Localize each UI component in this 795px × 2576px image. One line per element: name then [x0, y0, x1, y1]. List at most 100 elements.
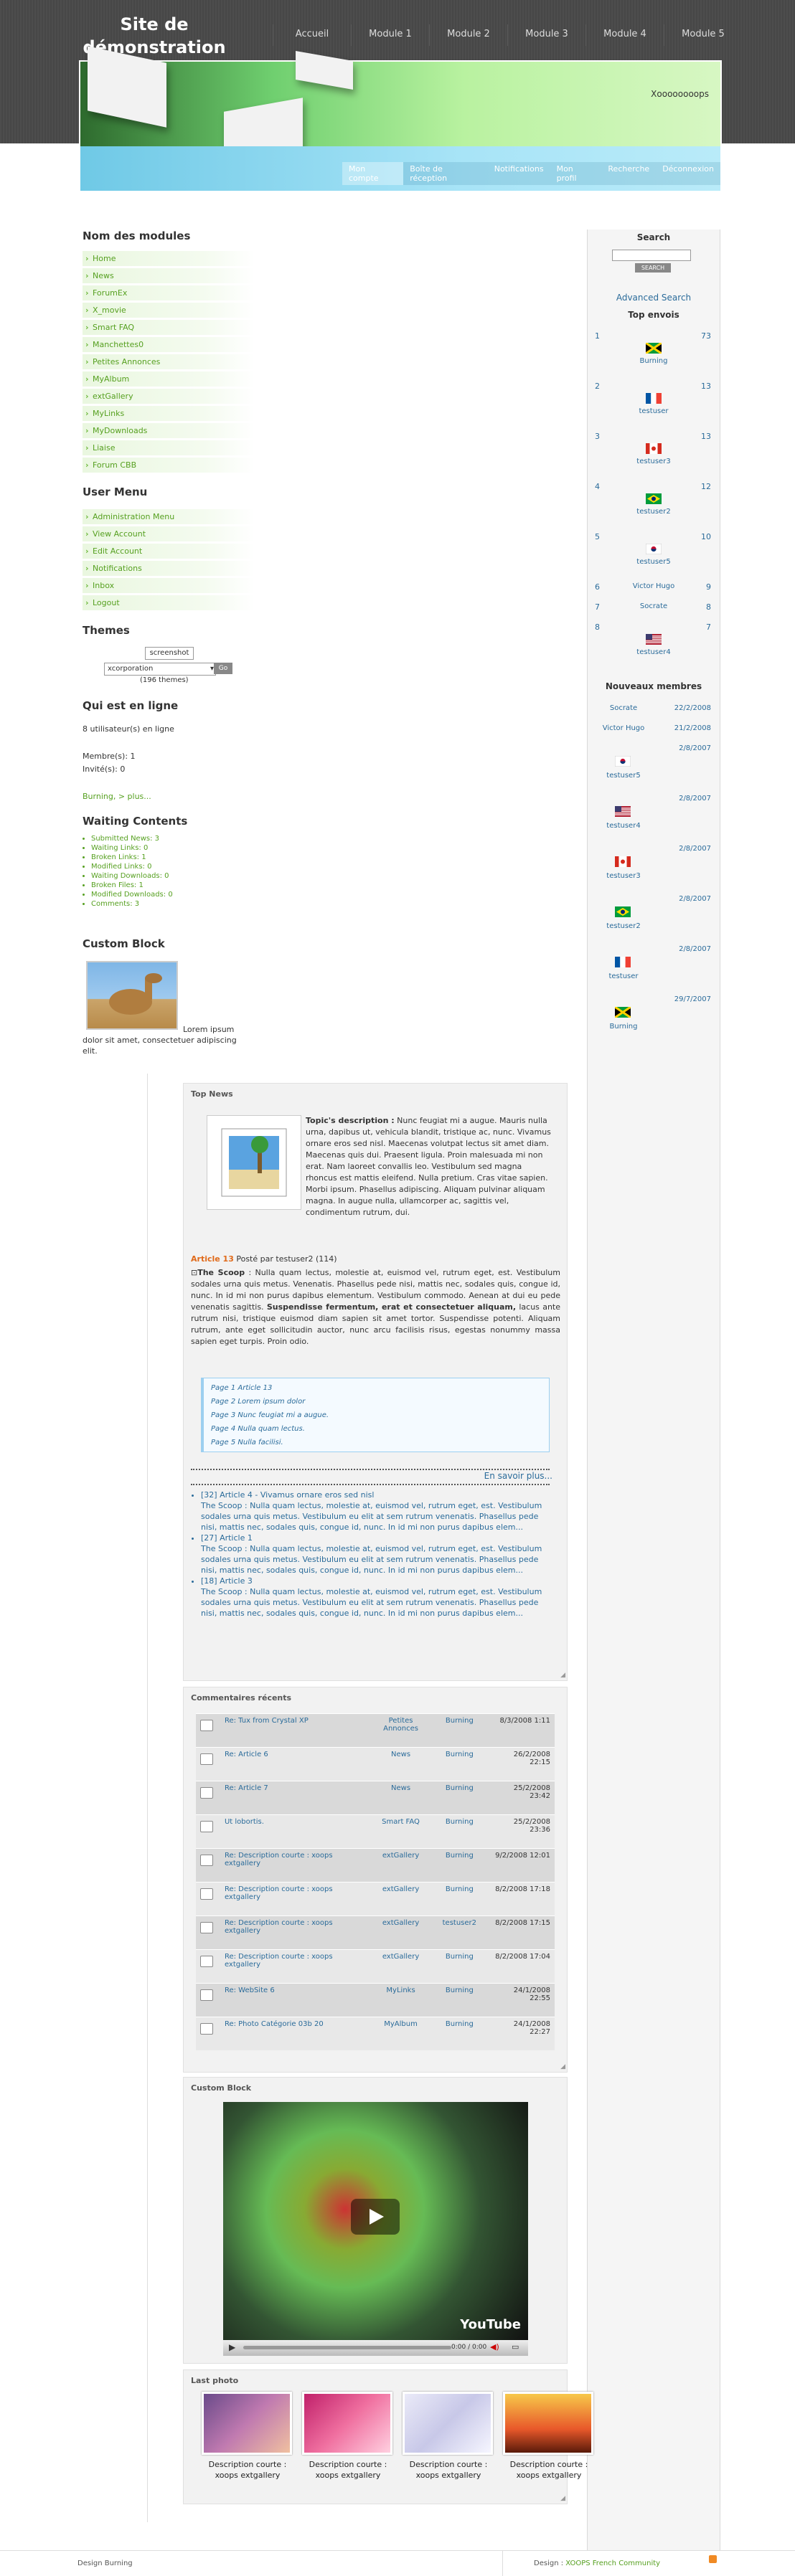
user-nav-account[interactable]: Mon compte	[342, 162, 404, 185]
user-nav-profile[interactable]: Mon profil	[550, 162, 602, 185]
comment-user[interactable]: Burning	[430, 1983, 489, 2017]
online-user-list[interactable]: Burning, > plus...	[83, 792, 151, 801]
module-item-petites-annonces[interactable]: Petites Annonces	[83, 354, 255, 369]
comment-subject[interactable]: Ut lobortis.	[220, 1814, 372, 1849]
comment-user[interactable]: Burning	[430, 1713, 489, 1748]
comment-user[interactable]: Burning	[430, 1848, 489, 1883]
poster-name[interactable]: testuser3	[588, 458, 720, 465]
photo-item[interactable]: Description courte : xoops extgallery	[503, 2392, 595, 2481]
module-item-myalbum[interactable]: MyAlbum	[83, 371, 255, 387]
comment-user[interactable]: Burning	[430, 1949, 489, 1984]
comment-user[interactable]: Burning	[430, 2017, 489, 2050]
page-link-1[interactable]: Page 1 Article 13	[211, 1381, 542, 1395]
module-item-forum-cbb[interactable]: Forum CBB	[83, 458, 255, 473]
comment-module[interactable]: News	[371, 1747, 431, 1781]
volume-icon[interactable]: ◀)	[490, 2342, 499, 2352]
member-name[interactable]: testuser	[588, 972, 659, 980]
member-name[interactable]: Victor Hugo	[588, 724, 659, 732]
member-name[interactable]: Socrate	[588, 704, 659, 712]
module-item-extgallery[interactable]: extGallery	[83, 389, 255, 404]
nav-item-module-1[interactable]: Module 1	[351, 24, 429, 46]
article-title[interactable]: Article 13	[191, 1254, 234, 1264]
module-item-news[interactable]: News	[83, 268, 255, 283]
photo-thumbnail[interactable]	[403, 2392, 493, 2455]
comment-subject[interactable]: Re: Article 6	[220, 1747, 372, 1781]
user-menu-logout[interactable]: Logout	[83, 595, 255, 610]
module-item-mylinks[interactable]: MyLinks	[83, 406, 255, 421]
module-item-manchettes[interactable]: Manchettes0	[83, 337, 255, 352]
other-article-title[interactable]: [18] Article 3	[201, 1576, 552, 1586]
page-link-3[interactable]: Page 3 Nunc feugiat mi a augue.	[211, 1408, 542, 1422]
photo-thumbnail[interactable]	[503, 2392, 593, 2455]
photo-item[interactable]: Description courte : xoops extgallery	[302, 2392, 394, 2481]
video-progress[interactable]	[243, 2346, 451, 2349]
theme-go-button[interactable]: Go	[214, 663, 232, 674]
waiting-downloads[interactable]: Waiting Downloads: 0	[91, 871, 173, 881]
module-item-x-movie[interactable]: X_movie	[83, 303, 255, 318]
footer-credit-link[interactable]: XOOPS French Community	[565, 2560, 660, 2567]
user-nav-notifications[interactable]: Notifications	[487, 162, 550, 185]
user-nav-logout[interactable]: Déconnexion	[656, 162, 720, 185]
comment-module[interactable]: Petites Annonces	[371, 1713, 431, 1748]
waiting-modified-downloads[interactable]: Modified Downloads: 0	[91, 890, 173, 899]
member-name[interactable]: testuser2	[588, 922, 659, 930]
comment-user[interactable]: Burning	[430, 1781, 489, 1815]
play-button-icon[interactable]: ▶	[229, 2342, 235, 2352]
comment-subject[interactable]: Re: Description courte : xoops extgaller…	[220, 1848, 372, 1883]
module-item-liaise[interactable]: Liaise	[83, 440, 255, 455]
comment-module[interactable]: Smart FAQ	[371, 1814, 431, 1849]
module-item-home[interactable]: Home	[83, 251, 255, 266]
fullscreen-icon[interactable]: ▭	[512, 2342, 519, 2352]
video-player[interactable]: YouTube ▶ 0:00 / 0:00 ◀) ▭	[223, 2102, 528, 2356]
comment-module[interactable]: MyLinks	[371, 1983, 431, 2017]
photo-thumbnail[interactable]	[302, 2392, 392, 2455]
other-article-title[interactable]: [27] Article 1	[201, 1533, 552, 1543]
advanced-search-link[interactable]: Advanced Search	[588, 293, 720, 303]
comment-module[interactable]: extGallery	[371, 1848, 431, 1883]
youtube-logo[interactable]: YouTube	[460, 2317, 521, 2332]
waiting-broken-links[interactable]: Broken Links: 1	[91, 853, 173, 862]
waiting-modified-links[interactable]: Modified Links: 0	[91, 862, 173, 871]
poster-name[interactable]: Victor Hugo	[588, 582, 720, 590]
comment-subject[interactable]: Re: Description courte : xoops extgaller…	[220, 1916, 372, 1950]
waiting-links[interactable]: Waiting Links: 0	[91, 843, 173, 853]
expand-icon[interactable]: ⊡	[191, 1268, 197, 1277]
member-name[interactable]: testuser3	[588, 872, 659, 880]
comment-subject[interactable]: Re: Tux from Crystal XP	[220, 1713, 372, 1748]
user-menu-admin[interactable]: Administration Menu	[83, 509, 255, 524]
other-article-title[interactable]: [32] Article 4 - Vivamus ornare eros sed…	[201, 1490, 552, 1500]
comment-subject[interactable]: Re: Article 7	[220, 1781, 372, 1815]
comment-module[interactable]: extGallery	[371, 1916, 431, 1950]
waiting-submitted-news[interactable]: Submitted News: 3	[91, 834, 173, 843]
nav-item-module-3[interactable]: Module 3	[507, 24, 585, 46]
poster-name[interactable]: testuser5	[588, 558, 720, 566]
nav-item-accueil[interactable]: Accueil	[273, 24, 351, 46]
user-menu-view-account[interactable]: View Account	[83, 526, 255, 541]
user-nav-inbox[interactable]: Boîte de réception	[403, 162, 488, 185]
member-name[interactable]: Burning	[588, 1023, 659, 1031]
nav-item-module-2[interactable]: Module 2	[429, 24, 507, 46]
search-button[interactable]: SEARCH	[635, 263, 671, 273]
comment-subject[interactable]: Re: Description courte : xoops extgaller…	[220, 1949, 372, 1984]
user-menu-inbox[interactable]: Inbox	[83, 578, 255, 593]
comment-module[interactable]: extGallery	[371, 1882, 431, 1916]
read-more-link[interactable]: En savoir plus...	[484, 1471, 552, 1481]
theme-select[interactable]: xcorporation ▾	[104, 663, 216, 676]
comment-user[interactable]: Burning	[430, 1747, 489, 1781]
comment-subject[interactable]: Re: Description courte : xoops extgaller…	[220, 1882, 372, 1916]
comment-user[interactable]: Burning	[430, 1882, 489, 1916]
poster-name[interactable]: Socrate	[588, 602, 720, 610]
member-name[interactable]: testuser4	[588, 822, 659, 830]
user-menu-notifications[interactable]: Notifications	[83, 561, 255, 576]
module-item-smart-faq[interactable]: Smart FAQ	[83, 320, 255, 335]
waiting-comments[interactable]: Comments: 3	[91, 899, 173, 909]
photo-item[interactable]: Description courte : xoops extgallery	[403, 2392, 494, 2481]
page-link-2[interactable]: Page 2 Lorem ipsum dolor	[211, 1395, 542, 1408]
comment-subject[interactable]: Re: Photo Catégorie 03b 20	[220, 2017, 372, 2050]
page-link-5[interactable]: Page 5 Nulla facilisi.	[211, 1436, 542, 1449]
photo-item[interactable]: Description courte : xoops extgallery	[202, 2392, 293, 2481]
photo-thumbnail[interactable]	[202, 2392, 292, 2455]
waiting-broken-files[interactable]: Broken Files: 1	[91, 881, 173, 890]
poster-name[interactable]: testuser2	[588, 508, 720, 516]
nav-item-module-5[interactable]: Module 5	[664, 24, 742, 46]
